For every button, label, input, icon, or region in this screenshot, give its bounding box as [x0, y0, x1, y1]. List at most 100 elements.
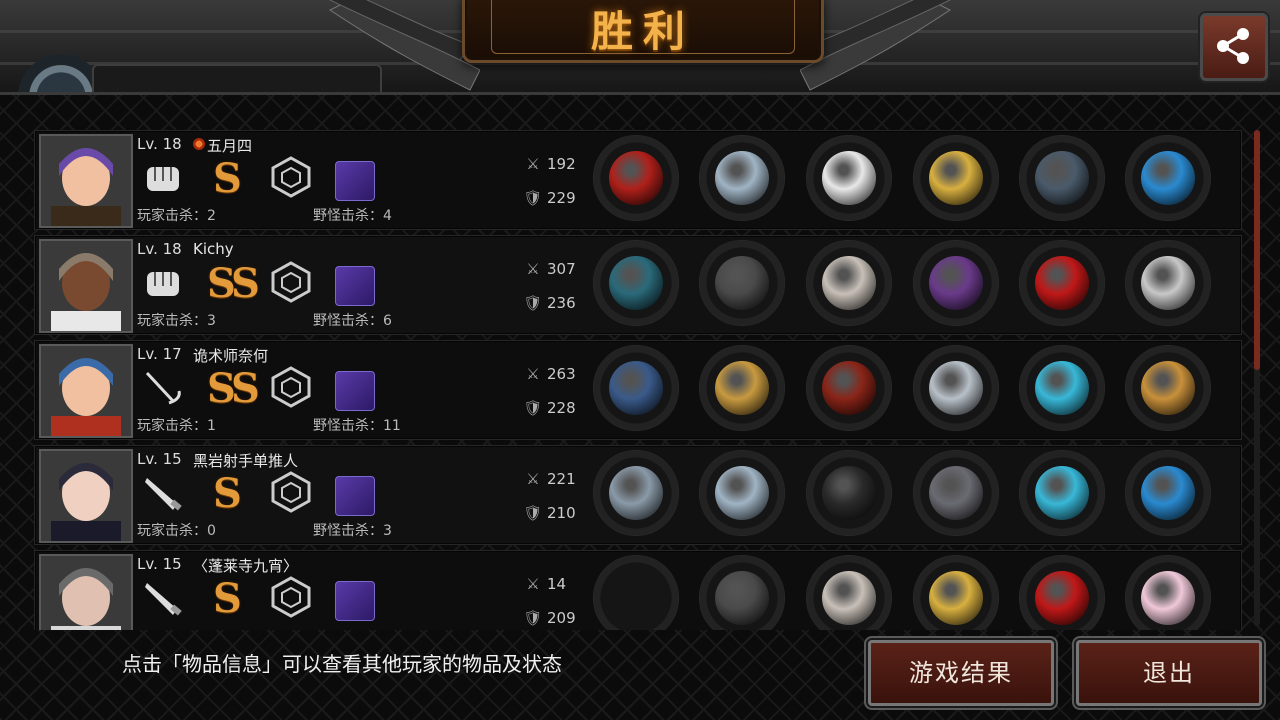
defense-value: 229	[547, 189, 576, 207]
attack-stat: ⚔ 221	[523, 470, 575, 488]
item-slot-trident-spear[interactable]	[593, 345, 679, 431]
item-slot-crimson-revolver[interactable]	[593, 135, 679, 221]
player-portrait[interactable]	[39, 344, 133, 438]
player-row[interactable]: Lv. 18 Kichy SS 玩家击杀：3 野怪击杀：6 ⚔ 307 🛡 236	[34, 235, 1242, 335]
scroll-thumb[interactable]	[1254, 130, 1260, 370]
player-row[interactable]: Lv. 18 五月四 S 玩家击杀：2 野怪击杀：4 ⚔ 192 🛡 229	[34, 130, 1242, 230]
defense-value: 228	[547, 399, 576, 417]
player-portrait[interactable]	[39, 449, 133, 543]
rank-emblem-icon	[269, 155, 313, 199]
shield-icon: 🛡	[523, 609, 543, 627]
page-title: 胜利	[590, 7, 695, 56]
item-slot-silver-helmet[interactable]	[699, 450, 785, 536]
attack-value: 263	[547, 365, 576, 383]
grade-badge: S	[213, 155, 242, 202]
player-name: 诡术师奈何	[193, 347, 269, 365]
shield-icon: 🛡	[523, 399, 543, 417]
knife-icon	[141, 579, 185, 619]
silver-helmet-icon	[715, 151, 769, 205]
grade-badge: SS	[207, 260, 260, 307]
player-kills: 玩家击杀：3	[137, 313, 216, 329]
item-slot-blue-gem-ring[interactable]	[1125, 135, 1211, 221]
pet-icon	[335, 161, 375, 201]
item-slot-purple-gauntlet[interactable]	[913, 240, 999, 326]
item-slot-knight-helmet[interactable]	[699, 555, 785, 641]
item-slot-silver-helmet[interactable]	[699, 135, 785, 221]
player-name: 五月四	[207, 137, 253, 155]
item-slot-silver-pearl[interactable]	[1125, 240, 1211, 326]
mystery-box-icon	[1141, 361, 1195, 415]
rank-emblem-icon	[269, 575, 313, 619]
fist-icon	[141, 264, 185, 304]
defense-value: 210	[547, 504, 576, 522]
trident-spear-icon	[609, 361, 663, 415]
game-result-button[interactable]: 游戏结果	[868, 640, 1054, 706]
player-portrait[interactable]	[39, 239, 133, 333]
item-slot-silver-armor[interactable]	[806, 555, 892, 641]
right-wing-ornament	[800, 0, 952, 91]
pet-icon	[335, 476, 375, 516]
item-slot-white-coat[interactable]	[806, 135, 892, 221]
player-level: Lv. 18	[137, 135, 182, 153]
player-level: Lv. 18	[137, 240, 182, 258]
player-level: Lv. 15	[137, 450, 182, 468]
share-button[interactable]	[1200, 13, 1268, 81]
item-slot-combat-knife[interactable]	[593, 450, 679, 536]
item-slot-empty[interactable]	[593, 555, 679, 641]
silver-gauntlet-icon	[929, 361, 983, 415]
item-slot-red-heels[interactable]	[1019, 555, 1105, 641]
pet-icon	[335, 266, 375, 306]
item-slot-red-cloak[interactable]	[806, 345, 892, 431]
player-portrait[interactable]	[39, 134, 133, 228]
item-slot-dark-boots[interactable]	[1019, 135, 1105, 221]
item-slot-pink-pearl[interactable]	[1125, 555, 1211, 641]
item-slot-cyan-sneakers[interactable]	[1019, 345, 1105, 431]
item-slot-golden-bracelet[interactable]	[913, 555, 999, 641]
dark-gauntlet-claw-icon	[609, 256, 663, 310]
knight-helmet-icon	[715, 571, 769, 625]
silver-pearl-icon	[1141, 256, 1195, 310]
item-slot-blue-gem-ring[interactable]	[1125, 450, 1211, 536]
item-slot-golden-helmet[interactable]	[699, 345, 785, 431]
scrollbar[interactable]	[1254, 130, 1260, 626]
rank-emblem-icon	[269, 260, 313, 304]
player-row[interactable]: Lv. 15 〈蓬莱寺九宵〉 S ⚔ 14 🛡 209	[34, 550, 1242, 648]
item-slot-cyan-sneakers[interactable]	[1019, 450, 1105, 536]
monster-kills: 野怪击杀：6	[313, 313, 392, 329]
item-slot-spiked-gauntlet[interactable]	[913, 450, 999, 536]
golden-bracelet-icon	[929, 571, 983, 625]
attack-stat: ⚔ 307	[523, 260, 575, 278]
hint-text: 点击「物品信息」可以查看其他玩家的物品及状态	[122, 652, 562, 676]
victory-title-plate: 胜利	[462, 0, 824, 63]
player-name: 〈蓬莱寺九宵〉	[193, 557, 299, 575]
blue-gem-ring-icon	[1141, 466, 1195, 520]
player-kills: 玩家击杀：1	[137, 418, 216, 434]
item-slot-red-heels[interactable]	[1019, 240, 1105, 326]
item-slot-mystery-box[interactable]	[1125, 345, 1211, 431]
crossed-swords-icon: ⚔	[526, 155, 540, 173]
item-slot-silver-gauntlet[interactable]	[913, 345, 999, 431]
item-slot-dark-gauntlet-claw[interactable]	[593, 240, 679, 326]
item-slot-knight-helmet[interactable]	[699, 240, 785, 326]
red-heels-icon	[1035, 256, 1089, 310]
pet-icon	[335, 371, 375, 411]
item-slot-black-suit[interactable]	[806, 450, 892, 536]
player-row[interactable]: Lv. 17 诡术师奈何 SS 玩家击杀：1 野怪击杀：11 ⚔ 263 🛡 228	[34, 340, 1242, 440]
cyan-sneakers-icon	[1035, 361, 1089, 415]
pet-icon	[335, 581, 375, 621]
item-slot-golden-bracelet[interactable]	[913, 135, 999, 221]
player-name: 黑岩射手单推人	[193, 452, 299, 470]
exit-button[interactable]: 退出	[1076, 640, 1262, 706]
pink-pearl-icon	[1141, 571, 1195, 625]
crossed-swords-icon: ⚔	[526, 260, 540, 278]
share-icon	[1217, 28, 1249, 64]
shield-icon: 🛡	[523, 504, 543, 522]
rank-emblem-icon	[269, 470, 313, 514]
knife-icon	[141, 474, 185, 514]
white-coat-icon	[822, 151, 876, 205]
attack-value: 14	[547, 575, 567, 593]
item-slot-silver-armor[interactable]	[806, 240, 892, 326]
player-row[interactable]: Lv. 15 黑岩射手单推人 S 玩家击杀：0 野怪击杀：3 ⚔ 221 🛡 210	[34, 445, 1242, 545]
defense-stat: 🛡 236	[523, 294, 575, 312]
rank-emblem-icon	[269, 365, 313, 409]
